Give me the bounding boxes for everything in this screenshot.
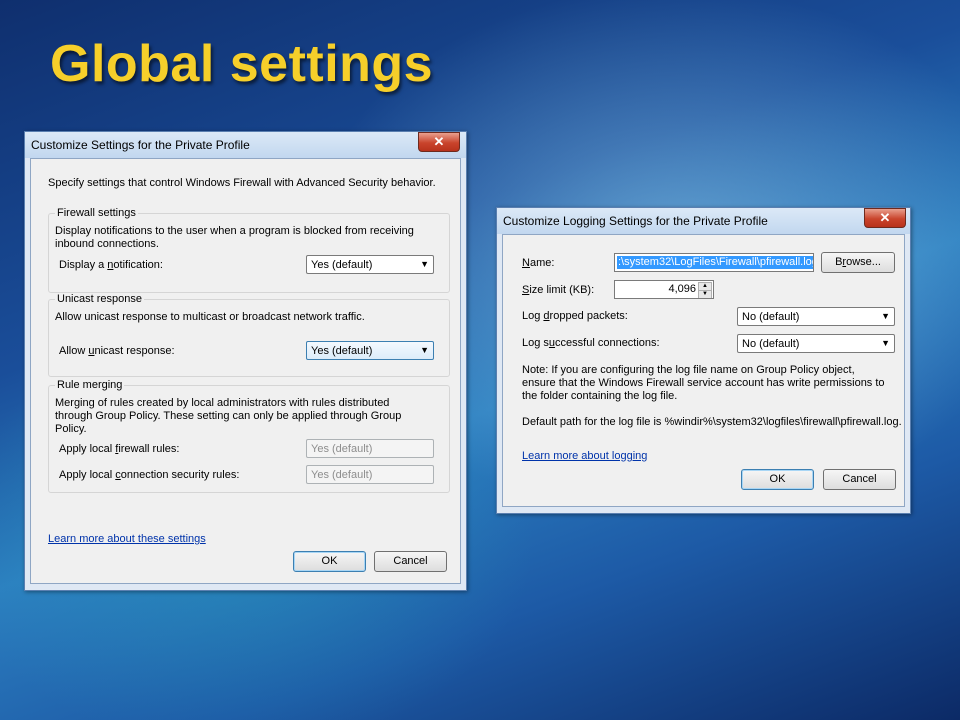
local-connection-rules-select: Yes (default): [306, 465, 434, 484]
firewall-settings-legend: Firewall settings: [55, 207, 138, 220]
close-icon[interactable]: ✕: [864, 208, 906, 228]
chevron-down-icon: ▼: [881, 338, 890, 348]
local-connection-rules-value: Yes (default): [311, 469, 373, 481]
label-part: Apply local: [59, 443, 116, 455]
unicast-value: Yes (default): [311, 345, 373, 357]
label-part: Display a: [59, 259, 108, 271]
cancel-button[interactable]: Cancel: [823, 469, 896, 490]
log-name-input[interactable]: :\system32\LogFiles\Firewall\pfirewall.l…: [614, 253, 814, 272]
unicast-response-legend: Unicast response: [55, 293, 144, 306]
ok-button[interactable]: OK: [741, 469, 814, 490]
dropped-packets-label: Log dropped packets:: [522, 310, 628, 323]
size-limit-label: Size limit (KB):: [522, 284, 594, 297]
private-profile-dialog: Customize Settings for the Private Profi…: [24, 131, 467, 591]
chevron-down-icon: ▼: [881, 311, 890, 321]
logging-settings-dialog: Customize Logging Settings for the Priva…: [496, 207, 911, 514]
local-firewall-rules-label: Apply local firewall rules:: [59, 443, 179, 456]
rule-merging-legend: Rule merging: [55, 379, 125, 392]
unicast-select[interactable]: Yes (default) ▼: [306, 341, 434, 360]
label-part: Log: [522, 310, 544, 322]
label-part: irewall rules:: [118, 443, 180, 455]
label-part: ccessful connections:: [555, 337, 660, 349]
stepper-down-icon[interactable]: ▼: [698, 290, 712, 298]
dialog-body: Specify settings that control Windows Fi…: [30, 158, 461, 584]
dropped-packets-select[interactable]: No (default) ▼: [737, 307, 895, 326]
label-part: Log s: [522, 337, 549, 349]
successful-connections-value: No (default): [742, 338, 800, 350]
unicast-desc: Allow unicast response to multicast or b…: [55, 311, 365, 323]
chevron-down-icon: ▼: [420, 345, 429, 355]
ok-button[interactable]: OK: [293, 551, 366, 572]
log-name-value: :\system32\LogFiles\Firewall\pfirewall.l…: [617, 256, 813, 269]
size-limit-stepper[interactable]: 4,096 ▲ ▼: [614, 280, 714, 299]
dropped-packets-value: No (default): [742, 311, 800, 323]
size-limit-value: 4,096: [668, 283, 696, 295]
dialog-titlebar[interactable]: Customize Logging Settings for the Priva…: [497, 208, 910, 234]
successful-connections-label: Log successful connections:: [522, 337, 660, 350]
local-firewall-rules-value: Yes (default): [311, 443, 373, 455]
local-firewall-rules-select: Yes (default): [306, 439, 434, 458]
unicast-label: Allow unicast response:: [59, 345, 175, 358]
local-connection-rules-label: Apply local connection security rules:: [59, 469, 239, 482]
label-part: Allow: [59, 345, 89, 357]
dialog-titlebar[interactable]: Customize Settings for the Private Profi…: [25, 132, 466, 158]
name-label: Name:: [522, 257, 554, 270]
label-part: owse...: [846, 256, 881, 268]
label-part: Apply local: [59, 469, 116, 481]
label-part: nicast response:: [94, 345, 175, 357]
label-part: ize limit (KB):: [529, 284, 595, 296]
log-note: Note: If you are configuring the log fil…: [522, 364, 885, 402]
notification-select[interactable]: Yes (default) ▼: [306, 255, 434, 274]
dialog-title: Customize Logging Settings for the Priva…: [503, 214, 768, 228]
notification-label: Display a notification:: [59, 259, 163, 272]
dialog-title: Customize Settings for the Private Profi…: [31, 138, 250, 152]
close-icon[interactable]: ✕: [418, 132, 460, 152]
label-part: ropped packets:: [549, 310, 628, 322]
learn-more-logging-link[interactable]: Learn more about logging: [522, 450, 647, 462]
chevron-down-icon: ▼: [420, 259, 429, 269]
successful-connections-select[interactable]: No (default) ▼: [737, 334, 895, 353]
label-accel: N: [522, 257, 530, 269]
label-part: onnection security rules:: [120, 469, 240, 481]
default-path-text: Default path for the log file is %windir…: [522, 416, 902, 428]
intro-text: Specify settings that control Windows Fi…: [48, 177, 436, 189]
learn-more-settings-link[interactable]: Learn more about these settings: [48, 533, 206, 545]
slide-title: Global settings: [50, 35, 434, 93]
label-part: otification:: [113, 259, 163, 271]
rule-merging-desc: Merging of rules created by local admini…: [55, 397, 402, 435]
notification-value: Yes (default): [311, 259, 373, 271]
browse-button[interactable]: Browse...: [821, 252, 895, 273]
dialog-body: Name: :\system32\LogFiles\Firewall\pfire…: [502, 234, 905, 507]
firewall-settings-desc: Display notifications to the user when a…: [55, 225, 414, 250]
cancel-button[interactable]: Cancel: [374, 551, 447, 572]
label-part: ame:: [529, 257, 555, 269]
